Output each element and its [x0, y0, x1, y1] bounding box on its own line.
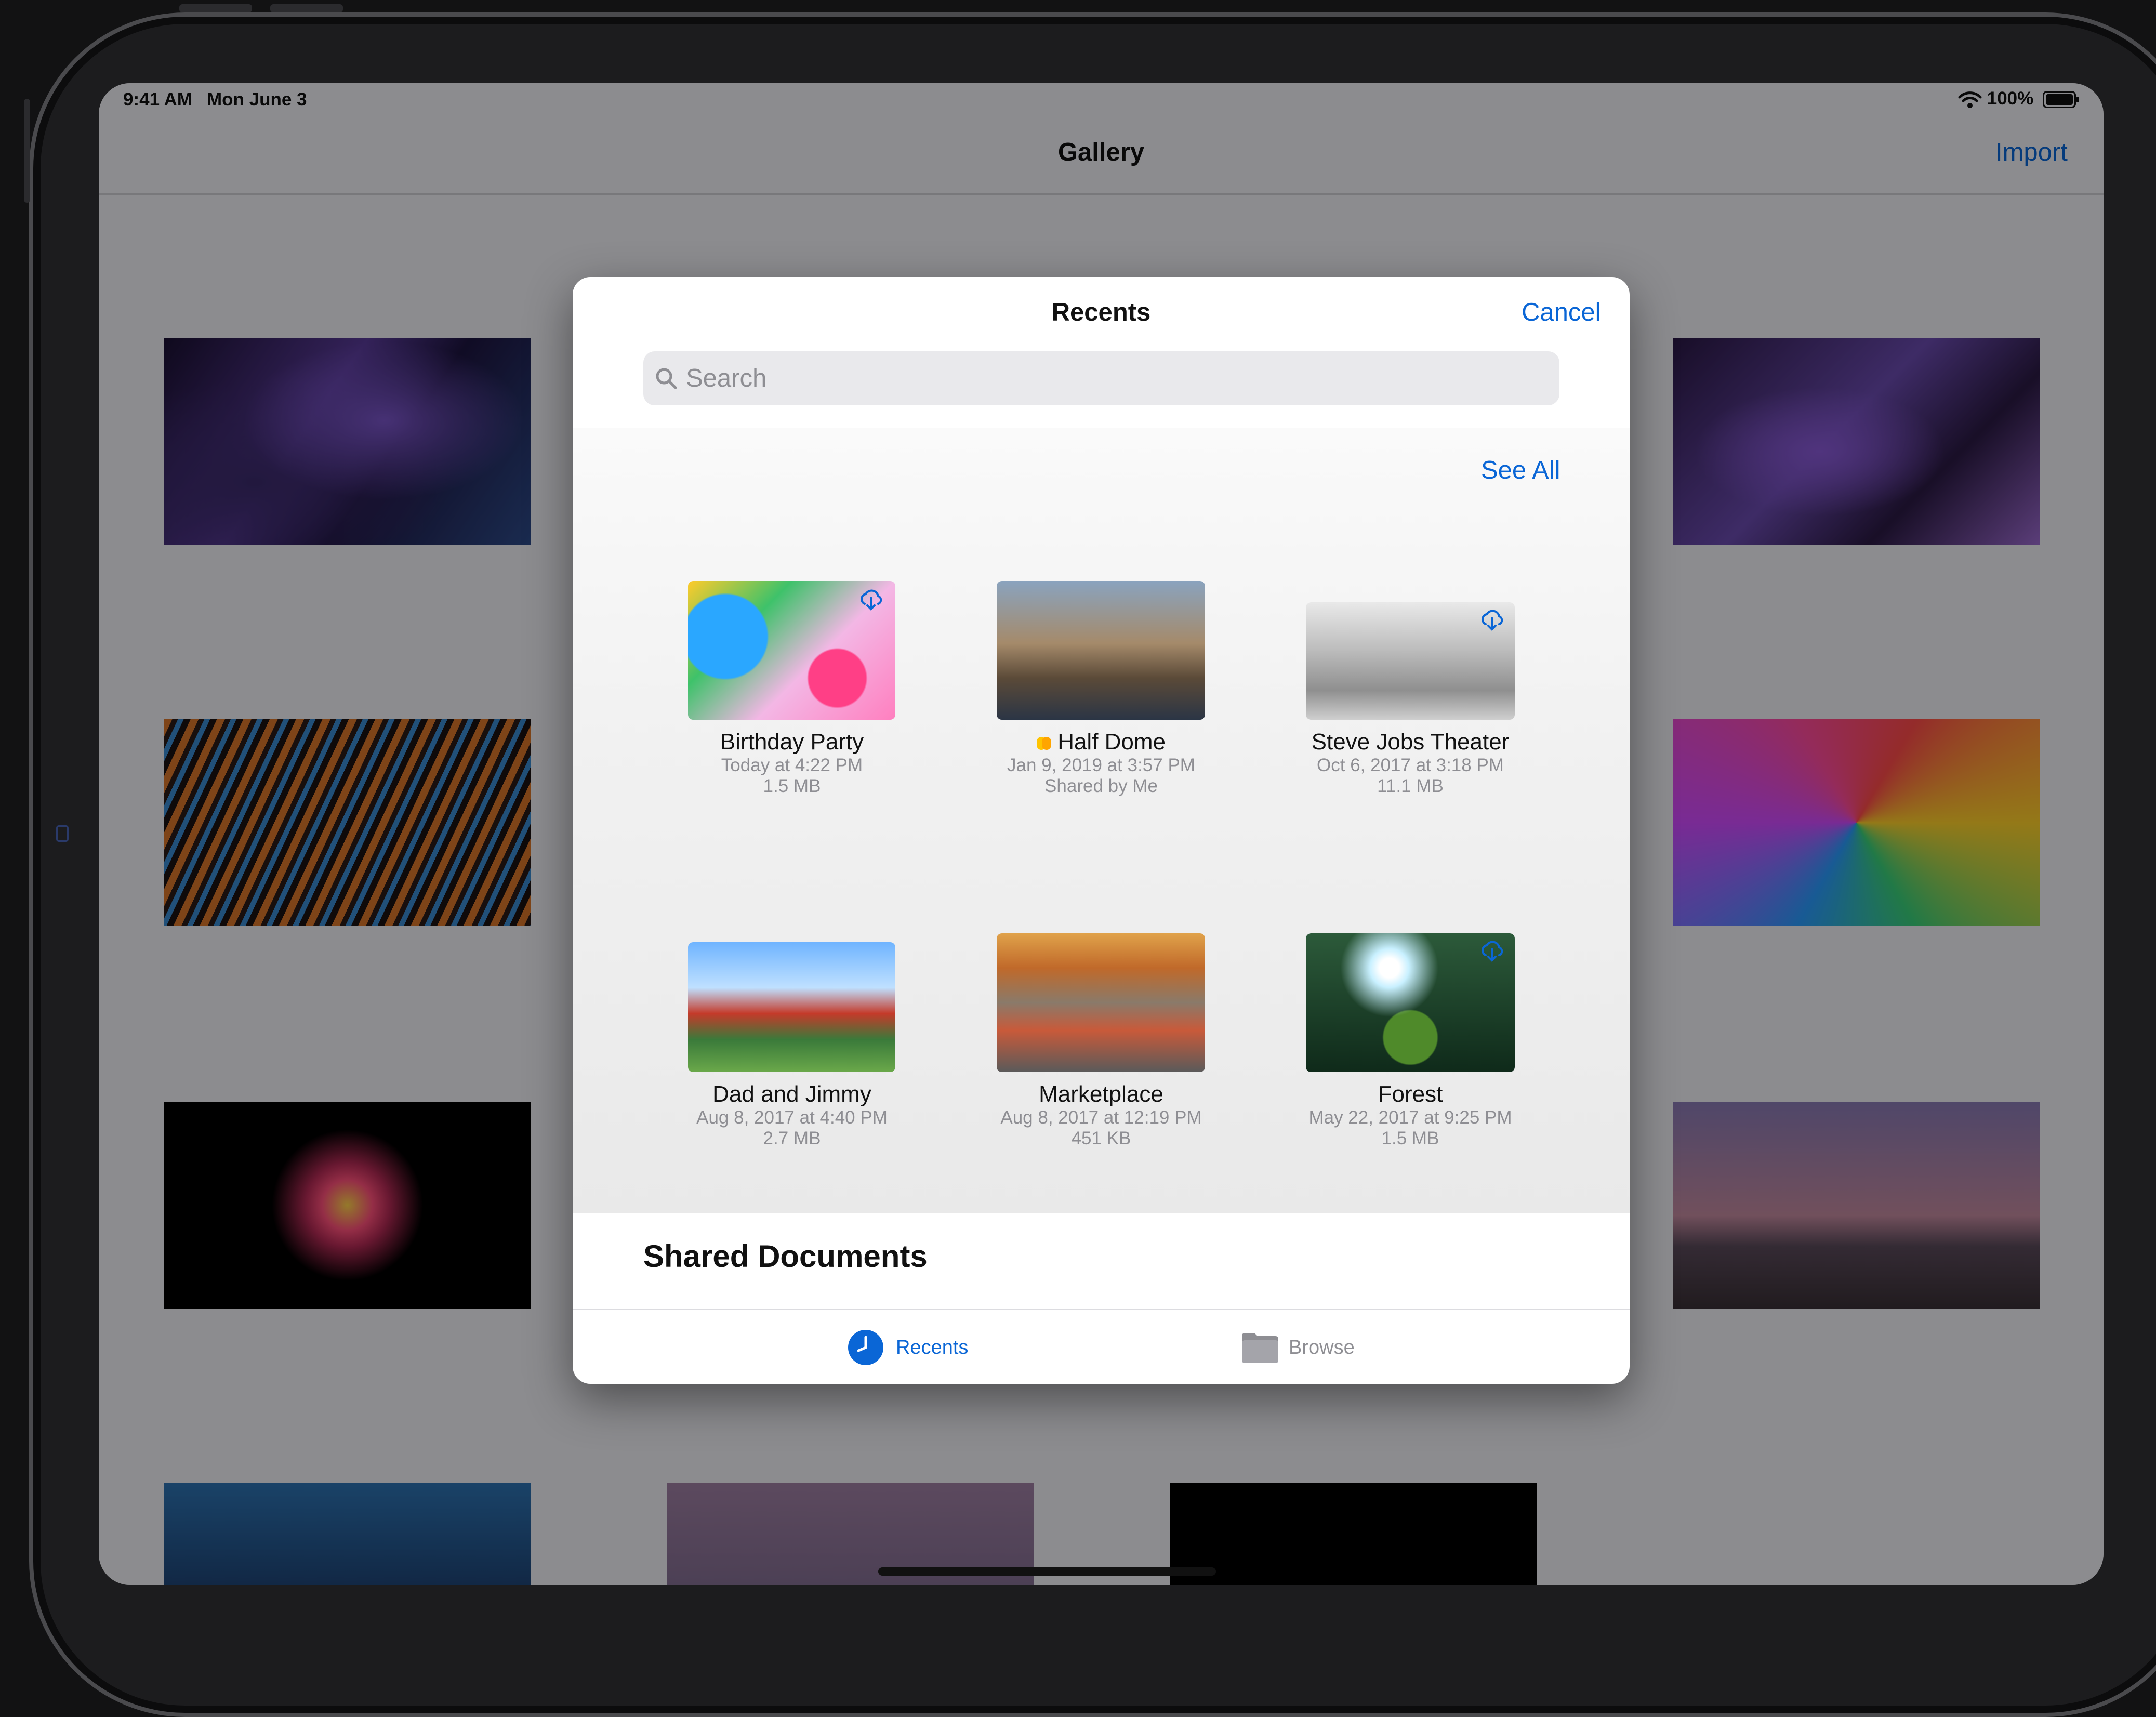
icloud-download-icon[interactable] [858, 587, 883, 612]
tab-label: Browse [1289, 1336, 1355, 1358]
section-title-shared-documents: Shared Documents [643, 1239, 928, 1274]
search-field[interactable]: Search [643, 351, 1559, 405]
tab-label: Recents [896, 1336, 969, 1358]
file-info: Birthday Party Today at 4:22 PM 1.5 MB [636, 729, 948, 797]
clock-icon [848, 1330, 883, 1365]
search-placeholder: Search [686, 364, 767, 392]
file-info: Steve Jobs Theater Oct 6, 2017 at 3:18 P… [1254, 729, 1566, 797]
file-date: Aug 8, 2017 at 12:19 PM [1000, 1107, 1202, 1128]
tab-browse[interactable]: Browse [1241, 1327, 1355, 1368]
file-info: Marketplace Aug 8, 2017 at 12:19 PM 451 … [945, 1081, 1257, 1149]
file-name: Marketplace [1039, 1081, 1163, 1107]
file-name: Dad and Jimmy [712, 1081, 871, 1107]
file-date: Oct 6, 2017 at 3:18 PM [1317, 755, 1504, 775]
file-name: Forest [1378, 1081, 1443, 1107]
file-item[interactable] [1306, 933, 1515, 1072]
file-item[interactable] [688, 581, 895, 720]
file-size: 1.5 MB [1381, 1128, 1439, 1148]
file-date: Jan 9, 2019 at 3:57 PM [1007, 755, 1195, 775]
file-info: Forest May 22, 2017 at 9:25 PM 1.5 MB [1254, 1081, 1566, 1149]
file-date: Today at 4:22 PM [721, 755, 863, 775]
icloud-download-icon[interactable] [1479, 939, 1504, 963]
icloud-download-icon[interactable] [1479, 607, 1504, 632]
volume-up-button [179, 4, 252, 12]
file-date: May 22, 2017 at 9:25 PM [1308, 1107, 1512, 1128]
picker-title: Recents [1051, 298, 1151, 326]
file-info: Half Dome Jan 9, 2019 at 3:57 PM Shared … [945, 729, 1257, 797]
file-size: 1.5 MB [763, 776, 821, 796]
file-size: 2.7 MB [763, 1128, 821, 1148]
file-name: Birthday Party [720, 729, 864, 755]
home-indicator[interactable] [878, 1567, 1216, 1576]
file-name-row: Half Dome [945, 729, 1257, 755]
top-button [24, 99, 30, 203]
file-size: 451 KB [1071, 1128, 1131, 1148]
file-info: Dad and Jimmy Aug 8, 2017 at 4:40 PM 2.7… [636, 1081, 948, 1149]
file-size: 11.1 MB [1377, 776, 1444, 796]
file-thumbnail[interactable] [688, 942, 895, 1072]
volume-down-button [270, 4, 343, 12]
orange-tag-icon [1041, 736, 1051, 750]
file-thumbnail[interactable] [997, 581, 1205, 720]
file-thumbnail[interactable] [997, 933, 1205, 1072]
search-icon [656, 368, 677, 389]
file-name: Half Dome [1057, 729, 1166, 755]
cancel-button[interactable]: Cancel [1522, 298, 1601, 327]
tab-bar-divider [573, 1309, 1630, 1310]
tab-recents[interactable]: Recents [847, 1327, 968, 1368]
file-item[interactable] [1306, 602, 1515, 720]
file-date: Aug 8, 2017 at 4:40 PM [696, 1107, 888, 1128]
document-picker-sheet: Recents Cancel Search See All Birthday P… [573, 277, 1630, 1384]
magnetic-connector [56, 825, 69, 842]
file-name: Steve Jobs Theater [1311, 729, 1510, 755]
see-all-button[interactable]: See All [1481, 456, 1560, 485]
file-shared-status: Shared by Me [1044, 776, 1158, 796]
folder-icon [1242, 1333, 1278, 1363]
